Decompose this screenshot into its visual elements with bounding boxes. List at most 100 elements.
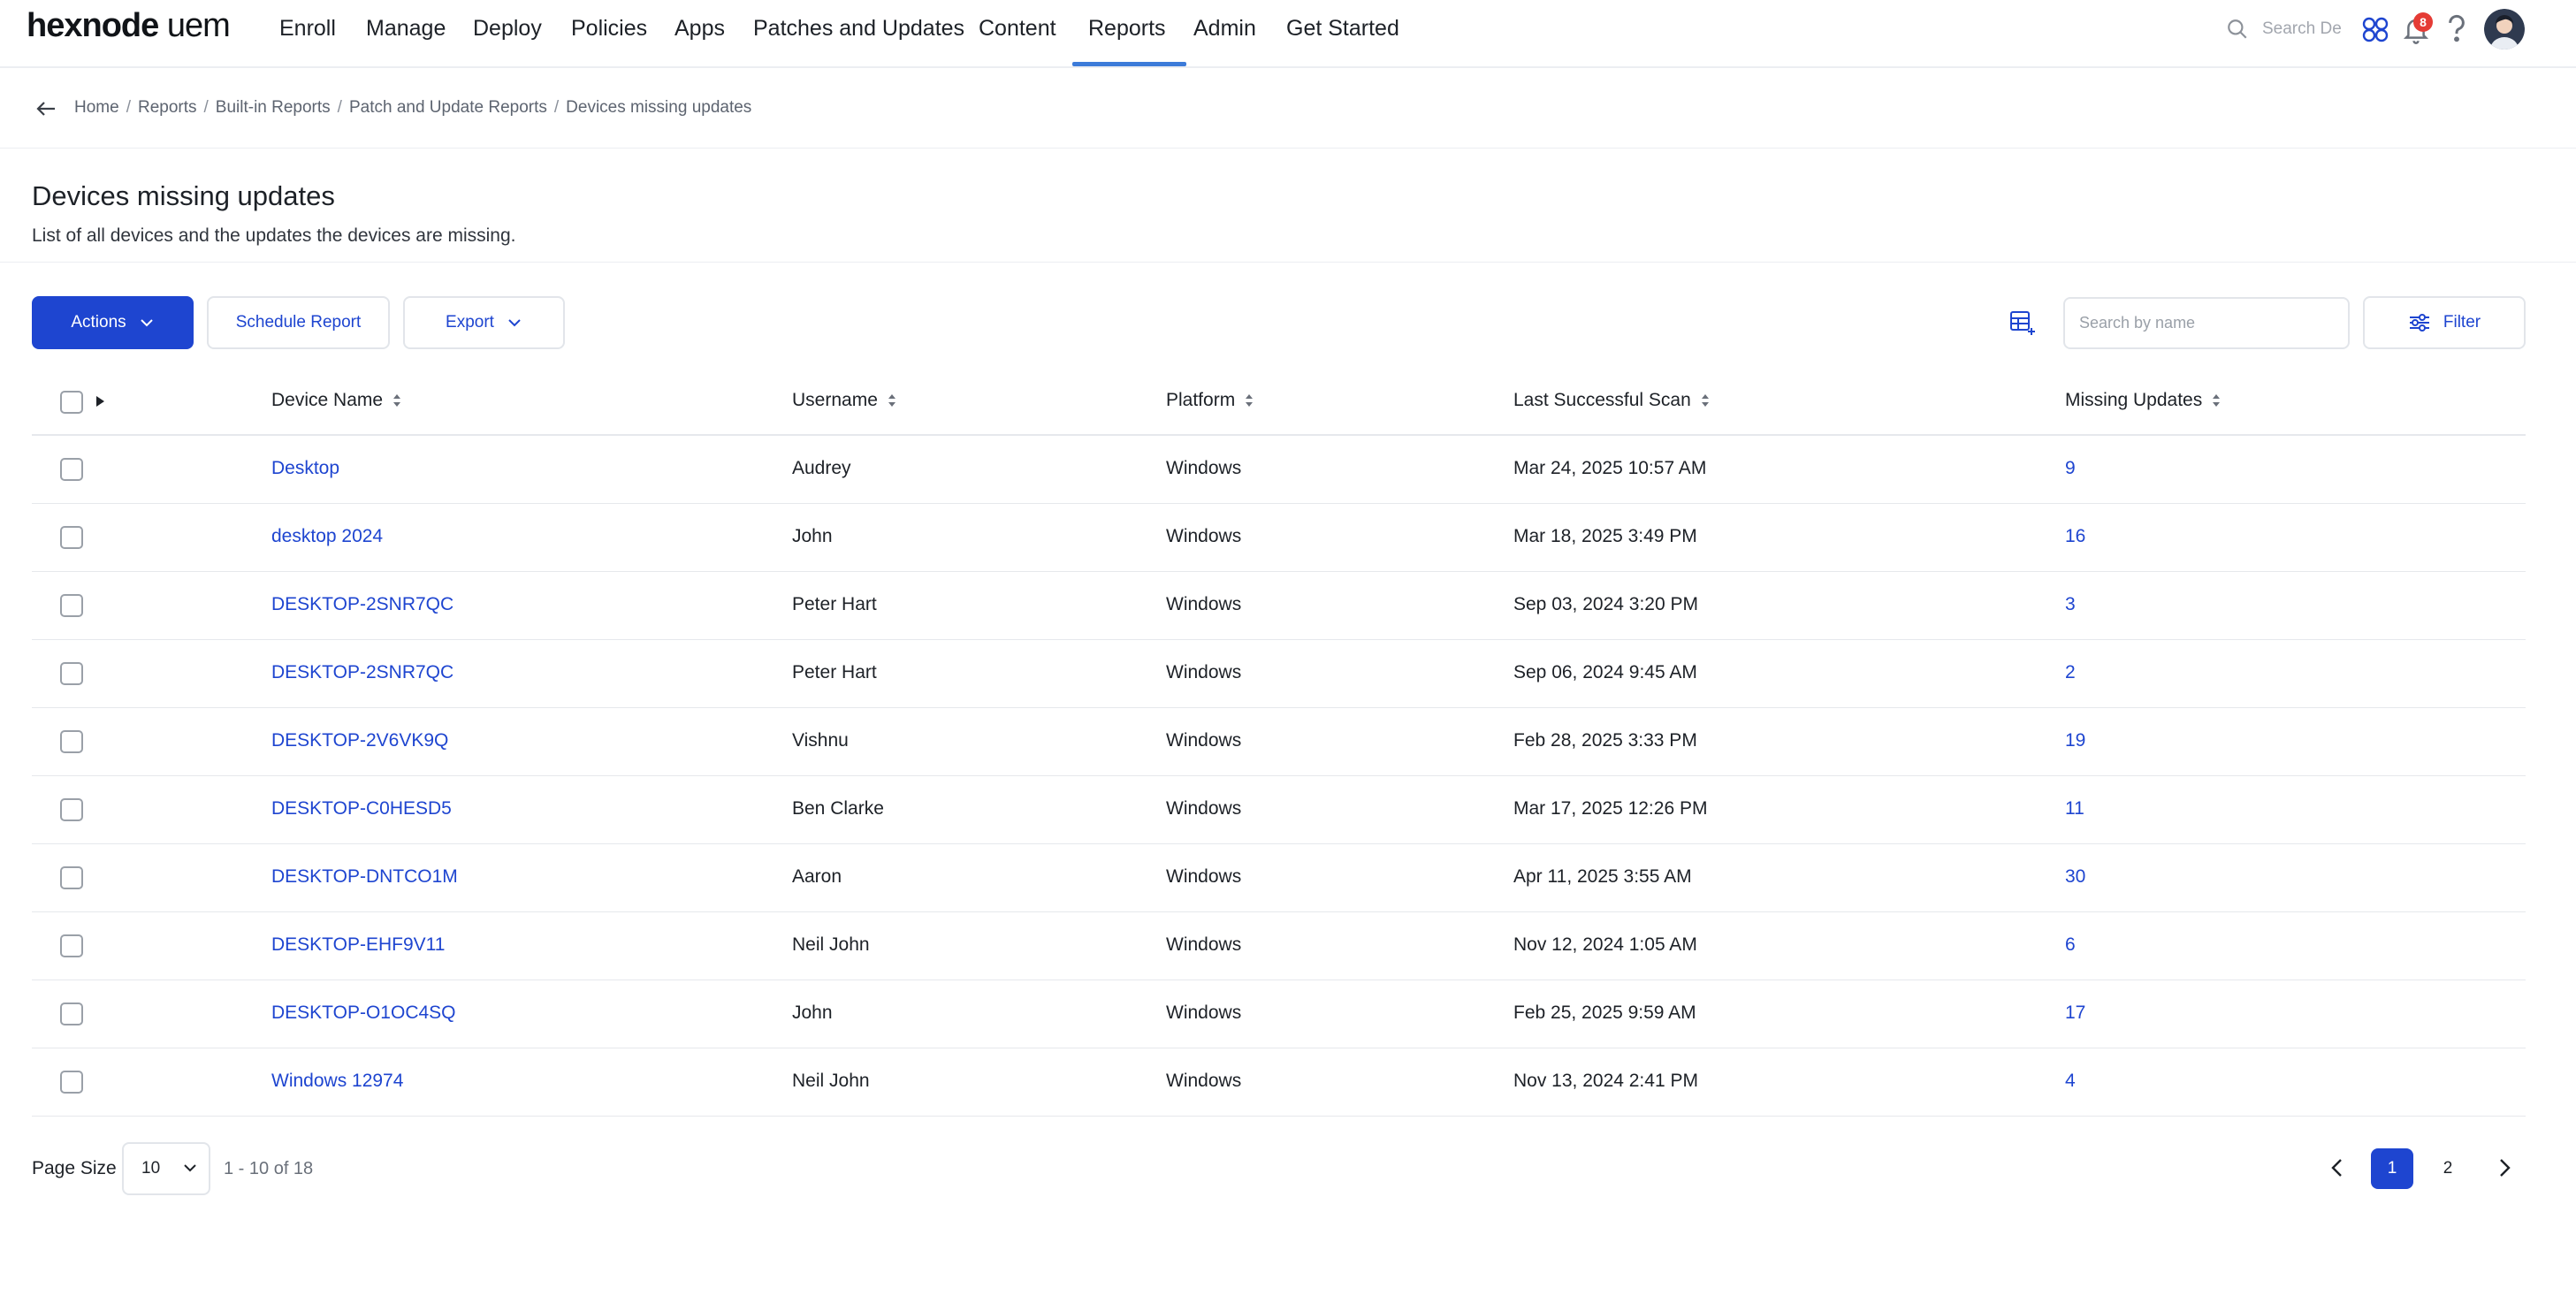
username-cell: John xyxy=(792,526,833,546)
back-arrow-icon[interactable] xyxy=(34,96,58,121)
missing-updates-link[interactable]: 2 xyxy=(2065,662,2076,683)
column-header-device-name[interactable]: Device Name xyxy=(271,390,402,411)
missing-updates-link[interactable]: 6 xyxy=(2065,934,2076,956)
table-row: DESKTOP-2V6VK9Q Vishnu Windows Feb 28, 2… xyxy=(32,708,2526,776)
breadcrumb-home[interactable]: Home xyxy=(74,98,119,117)
platform-cell: Windows xyxy=(1166,526,1242,546)
user-avatar[interactable] xyxy=(2484,9,2525,50)
chevron-down-icon xyxy=(184,1164,196,1172)
username-cell: Ben Clarke xyxy=(792,798,884,819)
last-scan-cell: Nov 12, 2024 1:05 AM xyxy=(1513,934,1697,955)
table-row: DESKTOP-2SNR7QC Peter Hart Windows Sep 0… xyxy=(32,572,2526,640)
filter-label: Filter xyxy=(2443,313,2481,332)
nav-deploy[interactable]: Deploy xyxy=(473,16,542,42)
missing-updates-link[interactable]: 3 xyxy=(2065,594,2076,615)
nav-content[interactable]: Content xyxy=(979,16,1056,42)
device-name-link[interactable]: desktop 2024 xyxy=(271,526,383,547)
page-size-value: 10 xyxy=(141,1159,161,1178)
integration-icon[interactable] xyxy=(2360,14,2390,44)
row-checkbox[interactable] xyxy=(60,866,83,889)
last-scan-cell: Sep 03, 2024 3:20 PM xyxy=(1513,594,1698,614)
row-checkbox[interactable] xyxy=(60,1071,83,1094)
column-settings-icon[interactable] xyxy=(2008,309,2037,337)
page-size-select[interactable]: 10 xyxy=(122,1142,210,1195)
page-size-label: Page Size xyxy=(32,1158,117,1178)
missing-updates-link[interactable]: 4 xyxy=(2065,1071,2076,1092)
row-checkbox[interactable] xyxy=(60,934,83,957)
row-checkbox[interactable] xyxy=(60,1002,83,1025)
logo-suffix: uem xyxy=(166,7,231,44)
column-header-missing-updates[interactable]: Missing Updates xyxy=(2065,390,2222,411)
schedule-report-button[interactable]: Schedule Report xyxy=(207,296,390,349)
device-name-link[interactable]: Windows 12974 xyxy=(271,1071,403,1092)
column-label: Last Successful Scan xyxy=(1513,390,1691,410)
last-scan-cell: Feb 25, 2025 9:59 AM xyxy=(1513,1002,1696,1023)
table-row: Desktop Audrey Windows Mar 24, 2025 10:5… xyxy=(32,436,2526,504)
device-name-link[interactable]: DESKTOP-2SNR7QC xyxy=(271,662,453,683)
chevron-right-icon[interactable] xyxy=(2490,1154,2519,1182)
missing-updates-link[interactable]: 30 xyxy=(2065,866,2085,888)
row-checkbox[interactable] xyxy=(60,662,83,685)
chevron-down-icon xyxy=(140,319,153,327)
missing-updates-link[interactable]: 16 xyxy=(2065,526,2085,547)
sort-icon xyxy=(888,394,896,407)
nav-admin[interactable]: Admin xyxy=(1193,16,1256,42)
page-1-button[interactable]: 1 xyxy=(2371,1148,2413,1189)
page-2-button[interactable]: 2 xyxy=(2427,1148,2469,1189)
last-scan-cell: Sep 06, 2024 9:45 AM xyxy=(1513,662,1697,682)
platform-cell: Windows xyxy=(1166,730,1242,751)
row-checkbox[interactable] xyxy=(60,526,83,549)
device-name-link[interactable]: DESKTOP-DNTCO1M xyxy=(271,866,458,888)
global-search-input[interactable]: Search De xyxy=(2262,19,2342,39)
missing-updates-link[interactable]: 17 xyxy=(2065,1002,2085,1024)
platform-cell: Windows xyxy=(1166,798,1242,819)
actions-button[interactable]: Actions xyxy=(32,296,194,349)
chevron-left-icon[interactable] xyxy=(2323,1154,2351,1182)
row-checkbox[interactable] xyxy=(60,594,83,617)
caret-right-icon[interactable] xyxy=(94,394,106,408)
table-row: Windows 12974 Neil John Windows Nov 13, … xyxy=(32,1048,2526,1117)
breadcrumb-patch-and-update-reports[interactable]: Patch and Update Reports xyxy=(349,98,547,117)
column-label: Platform xyxy=(1166,390,1236,410)
select-all-checkbox[interactable] xyxy=(60,391,83,414)
nav-patches-and-updates[interactable]: Patches and Updates xyxy=(753,16,964,42)
missing-updates-link[interactable]: 9 xyxy=(2065,458,2076,479)
nav-get-started[interactable]: Get Started xyxy=(1286,16,1399,42)
breadcrumb-built-in-reports[interactable]: Built-in Reports xyxy=(216,98,331,117)
sort-icon xyxy=(393,394,401,407)
column-header-last-successful-scan[interactable]: Last Successful Scan xyxy=(1513,390,1711,411)
last-scan-cell: Mar 24, 2025 10:57 AM xyxy=(1513,458,1707,478)
app-logo[interactable]: hexnode uem xyxy=(27,7,231,45)
chevron-down-icon xyxy=(508,319,521,327)
last-scan-cell: Apr 11, 2025 3:55 AM xyxy=(1513,866,1692,887)
missing-updates-link[interactable]: 11 xyxy=(2065,798,2084,820)
username-cell: Vishnu xyxy=(792,730,849,751)
nav-manage[interactable]: Manage xyxy=(366,16,446,42)
nav-apps[interactable]: Apps xyxy=(674,16,725,42)
table-row: DESKTOP-2SNR7QC Peter Hart Windows Sep 0… xyxy=(32,640,2526,708)
device-name-link[interactable]: DESKTOP-2SNR7QC xyxy=(271,594,453,615)
device-name-link[interactable]: DESKTOP-EHF9V11 xyxy=(271,934,445,956)
nav-policies[interactable]: Policies xyxy=(571,16,647,42)
device-name-link[interactable]: DESKTOP-C0HESD5 xyxy=(271,798,452,820)
search-by-name-input[interactable] xyxy=(2063,297,2350,349)
filter-button[interactable]: Filter xyxy=(2363,296,2526,349)
breadcrumb: Home / Reports / Built-in Reports / Patch and … xyxy=(74,98,752,117)
row-checkbox[interactable] xyxy=(60,458,83,481)
search-icon[interactable] xyxy=(2226,18,2249,41)
help-icon[interactable] xyxy=(2445,14,2468,42)
page-title: Devices missing updates xyxy=(32,180,335,211)
column-header-platform[interactable]: Platform xyxy=(1166,390,1254,411)
device-name-link[interactable]: DESKTOP-2V6VK9Q xyxy=(271,730,448,751)
platform-cell: Windows xyxy=(1166,1002,1242,1023)
column-header-username[interactable]: Username xyxy=(792,390,897,411)
device-name-link[interactable]: DESKTOP-O1OC4SQ xyxy=(271,1002,456,1024)
missing-updates-link[interactable]: 19 xyxy=(2065,730,2085,751)
device-name-link[interactable]: Desktop xyxy=(271,458,339,479)
row-checkbox[interactable] xyxy=(60,730,83,753)
nav-reports[interactable]: Reports xyxy=(1088,16,1166,42)
breadcrumb-reports[interactable]: Reports xyxy=(138,98,197,117)
export-button[interactable]: Export xyxy=(403,296,565,349)
nav-enroll[interactable]: Enroll xyxy=(279,16,336,42)
row-checkbox[interactable] xyxy=(60,798,83,821)
